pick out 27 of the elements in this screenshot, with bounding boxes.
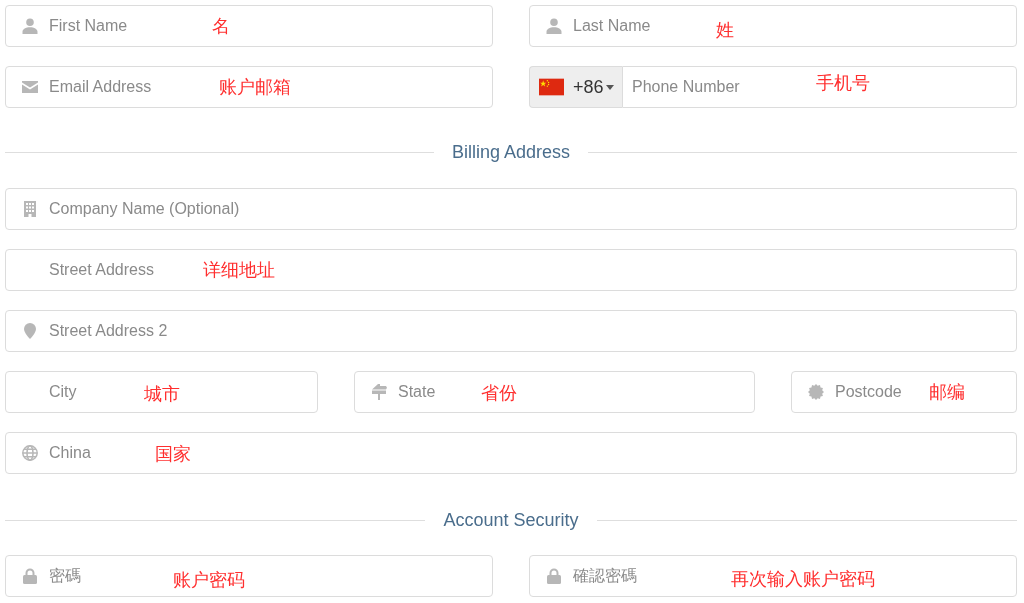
address-field[interactable]: Street Address 2: [5, 310, 1017, 352]
globe-icon: [22, 445, 38, 461]
person-icon: [546, 18, 562, 34]
flag-icon: [539, 77, 564, 97]
lock-icon: [22, 568, 38, 584]
annotation-text: 城市: [144, 385, 180, 403]
annotation-text: 详细地址: [203, 261, 275, 279]
annotation-text: 账户密码: [173, 571, 245, 589]
map-pin-icon: [22, 323, 38, 339]
person-icon: [22, 18, 38, 34]
envelope-icon: [22, 79, 38, 95]
company-field[interactable]: Company Name (Optional): [5, 188, 1017, 230]
annotation-text: 姓: [716, 21, 734, 39]
annotation-text: 再次输入账户密码: [731, 570, 875, 588]
badge-icon: [808, 384, 824, 400]
lock-icon: [546, 568, 562, 584]
section-heading: Billing Address: [451, 141, 571, 164]
annotation-text: 邮编: [929, 383, 965, 401]
country-code-button[interactable]: +86: [529, 66, 622, 108]
caret-icon: [605, 84, 614, 90]
annotation-text: 账户邮箱: [219, 78, 291, 96]
section-heading: Account Security: [443, 509, 579, 532]
signpost-icon: [371, 384, 387, 400]
annotation-text: 国家: [155, 445, 191, 463]
annotation-text: 名: [212, 17, 230, 35]
annotation-text: 手机号: [816, 74, 870, 92]
annotation-text: 省份: [481, 384, 517, 402]
